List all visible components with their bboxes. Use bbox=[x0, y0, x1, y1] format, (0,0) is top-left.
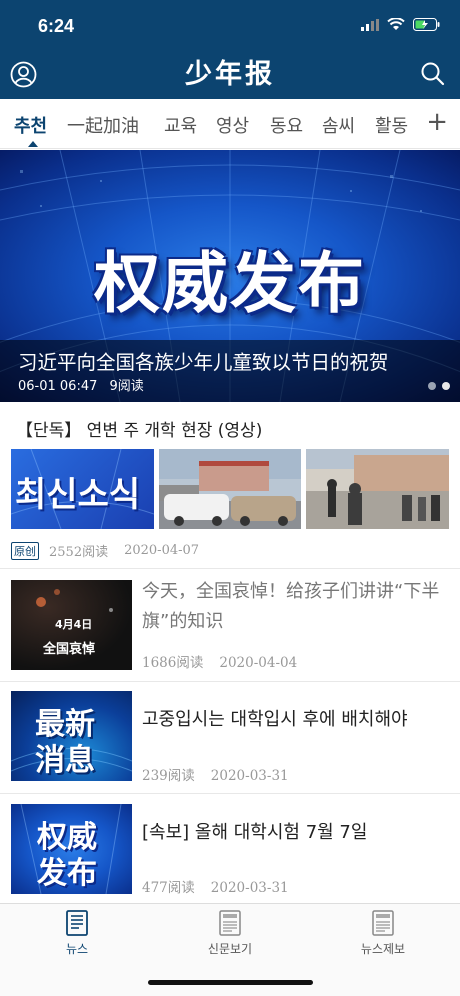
nav-newspaper-label: 신문보기 bbox=[207, 942, 253, 956]
divider bbox=[0, 568, 460, 569]
school-photo-1 bbox=[159, 449, 301, 529]
article-reads: 1686阅读 bbox=[142, 655, 204, 671]
tab-skills[interactable]: 솜씨 bbox=[322, 112, 355, 138]
article-title[interactable]: 고중입시는 대학입시 후에 배치해야 bbox=[142, 705, 447, 735]
banner-image-text: 权威发布 bbox=[94, 245, 366, 322]
featured-image-school-2[interactable] bbox=[306, 449, 449, 529]
article-date: 2020-04-04 bbox=[219, 655, 298, 671]
tab-children-songs[interactable]: 동요 bbox=[270, 112, 303, 138]
article-thumbnail-official-release[interactable]: 权威 发布 bbox=[11, 804, 132, 894]
featured-image-text: 최신소식 bbox=[15, 475, 141, 515]
divider bbox=[0, 681, 460, 682]
status-bar: 6:24 bbox=[0, 0, 460, 50]
thumb-latest-line2: 消息 bbox=[35, 743, 95, 778]
article-meta: 477阅读 2020-03-31 bbox=[142, 876, 289, 896]
article-thumbnail-mourning[interactable]: 4月4日 全国哀悼 bbox=[11, 580, 132, 670]
nav-news[interactable]: 뉴스 bbox=[27, 910, 127, 957]
profile-icon[interactable] bbox=[10, 61, 37, 88]
search-icon[interactable] bbox=[420, 61, 445, 86]
carousel-dots bbox=[428, 382, 450, 390]
thumb-mourning-text: 全国哀悼 bbox=[43, 642, 96, 657]
nav-report-news-label: 뉴스제보 bbox=[360, 942, 406, 956]
add-tab-button[interactable]: + bbox=[426, 107, 448, 137]
carousel-dot-active[interactable] bbox=[442, 382, 450, 390]
tab-video[interactable]: 영상 bbox=[216, 112, 249, 138]
news-icon bbox=[66, 910, 88, 936]
app-header: 6:24 少年报 bbox=[0, 0, 460, 99]
article-reads: 239阅读 bbox=[142, 768, 195, 784]
thumb-official-line2: 发布 bbox=[37, 856, 97, 891]
banner-meta: 06-01 06:47 9阅读 bbox=[18, 375, 144, 394]
featured-reads: 2552阅读 bbox=[49, 545, 109, 560]
article-title[interactable]: 今天，全国哀悼！给孩子们讲讲“下半旗”的知识 bbox=[142, 577, 447, 637]
nav-report-news[interactable]: 뉴스제보 bbox=[333, 910, 433, 957]
banner-headline: 习近平向全国各族少年儿童致以节日的祝贺 bbox=[18, 351, 389, 374]
wifi-icon bbox=[387, 18, 405, 30]
newspaper-icon bbox=[219, 910, 241, 936]
featured-date: 2020-04-07 bbox=[124, 543, 200, 558]
original-tag: 原创 bbox=[11, 541, 39, 560]
school-photo-2 bbox=[306, 449, 449, 529]
banner-datetime: 06-01 06:47 bbox=[18, 379, 98, 394]
article-reads: 477阅读 bbox=[142, 880, 195, 896]
category-tabs: 추천 一起加油 교육 영상 동요 솜씨 활동 + bbox=[0, 99, 460, 149]
signal-icon bbox=[361, 18, 379, 31]
nav-news-label: 뉴스 bbox=[65, 942, 89, 956]
article-thumbnail-latest-news[interactable]: 最新 消息 bbox=[11, 691, 132, 781]
featured-meta: 原创 2552阅读 2020-04-07 bbox=[11, 541, 199, 560]
featured-article-title[interactable]: 【단독】 연변 주 개학 현장 (영상) bbox=[16, 416, 262, 441]
app-title: 少年报 bbox=[185, 59, 275, 90]
tab-cheer-up[interactable]: 一起加油 bbox=[67, 112, 139, 138]
featured-image-latest-news[interactable]: 최신소식 bbox=[11, 449, 154, 529]
battery-icon bbox=[413, 18, 440, 31]
tab-education[interactable]: 교육 bbox=[164, 112, 197, 138]
banner-reads: 9阅读 bbox=[109, 379, 144, 394]
tab-recommend[interactable]: 추천 bbox=[14, 112, 47, 138]
status-time: 6:24 bbox=[38, 16, 75, 36]
home-indicator bbox=[148, 980, 313, 985]
article-title[interactable]: [속보] 올해 대학시험 7월 7일 bbox=[142, 818, 447, 848]
tab-activities[interactable]: 활동 bbox=[375, 112, 408, 138]
nav-newspaper[interactable]: 신문보기 bbox=[180, 910, 280, 957]
report-news-icon bbox=[372, 910, 394, 936]
article-date: 2020-03-31 bbox=[210, 880, 289, 896]
article-meta: 239阅读 2020-03-31 bbox=[142, 764, 289, 784]
article-meta: 1686阅读 2020-04-04 bbox=[142, 651, 297, 671]
carousel-dot[interactable] bbox=[428, 382, 436, 390]
divider bbox=[0, 793, 460, 794]
thumb-date-text: 4月4日 bbox=[55, 618, 93, 631]
article-date: 2020-03-31 bbox=[210, 768, 289, 784]
featured-image-school-1[interactable] bbox=[159, 449, 301, 529]
active-tab-indicator bbox=[28, 141, 38, 147]
hero-banner[interactable]: 权威发布 习近平向全国各族少年儿童致以节日的祝贺 06-01 06:47 9阅读 bbox=[0, 150, 460, 402]
status-icons bbox=[361, 18, 440, 31]
